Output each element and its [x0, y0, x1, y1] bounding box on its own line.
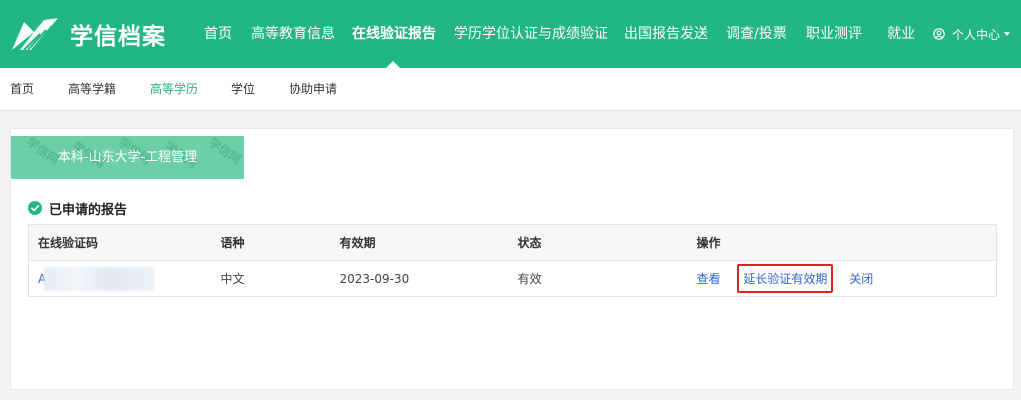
user-icon [933, 28, 945, 40]
nav-overseas-report[interactable]: 出国报告发送 [624, 0, 708, 68]
content-card: 学信网 学信网 学信网 学信网 学信网 本科-山东大学-工程管理 已申请的报告 … [10, 128, 1014, 390]
active-nav-indicator [386, 61, 400, 68]
nav-survey-vote[interactable]: 调查/投票 [726, 0, 787, 68]
logo-text: 学信档案 [70, 24, 166, 50]
header-verification-code: 在线验证码 [28, 224, 212, 261]
header-status: 状态 [508, 224, 688, 261]
nav-higher-education-info[interactable]: 高等教育信息 [251, 0, 335, 68]
nav-career-assessment[interactable]: 职业测评 [806, 0, 862, 68]
view-link[interactable]: 查看 [697, 272, 721, 286]
subnav-degree[interactable]: 学位 [231, 68, 255, 110]
degree-tab[interactable]: 学信网 学信网 学信网 学信网 学信网 本科-山东大学-工程管理 [11, 136, 244, 179]
subnav-student-status[interactable]: 高等学籍 [68, 68, 116, 110]
subnav-assist-application[interactable]: 协助申请 [289, 68, 337, 110]
nav-degree-certification[interactable]: 学历学位认证与成绩验证 [454, 0, 608, 68]
subnav-home[interactable]: 首页 [10, 68, 34, 110]
close-link[interactable]: 关闭 [849, 272, 873, 286]
nav-employment[interactable]: 就业 [887, 0, 915, 68]
extend-highlight-box: 延长验证有效期 [737, 264, 834, 293]
nav-online-verification-report[interactable]: 在线验证报告 [352, 0, 436, 68]
logo[interactable]: 学信档案 [10, 14, 166, 54]
table-header-row: 在线验证码 语种 有效期 状态 操作 [28, 224, 997, 261]
table-row: A 中文 2023-09-30 有效 查看 延长验证有效期 关闭 [28, 260, 997, 297]
degree-tab-label: 本科-山东大学-工程管理 [57, 150, 198, 165]
user-center-label: 个人中心 [952, 27, 1001, 42]
header-language: 语种 [211, 224, 331, 261]
verification-code-cell: A [28, 260, 212, 297]
chevron-down-icon [1004, 32, 1011, 36]
nav-home[interactable]: 首页 [204, 0, 232, 68]
extend-validity-link[interactable]: 延长验证有效期 [743, 272, 827, 286]
header-valid-until: 有效期 [330, 224, 509, 261]
reports-table: 在线验证码 语种 有效期 状态 操作 A 中文 2023-09-30 有效 查看 [28, 224, 997, 297]
sub-navbar: 首页 高等学籍 高等学历 学位 协助申请 [0, 68, 1021, 111]
status-cell: 有效 [508, 260, 688, 297]
redaction-blur [44, 267, 154, 291]
section-heading: 已申请的报告 [28, 199, 128, 218]
top-navbar: 学信档案 首页 高等教育信息 在线验证报告 学历学位认证与成绩验证 出国报告发送… [0, 0, 1021, 68]
header-actions: 操作 [687, 224, 997, 261]
check-circle-icon [28, 201, 42, 215]
actions-cell: 查看 延长验证有效期 关闭 [687, 260, 997, 297]
subnav-academic-record[interactable]: 高等学历 [150, 68, 198, 110]
language-cell: 中文 [211, 260, 331, 297]
valid-until-cell: 2023-09-30 [330, 260, 509, 297]
section-title: 已申请的报告 [49, 202, 128, 218]
user-center-menu[interactable]: 个人中心 [933, 0, 1011, 68]
book-logo-icon [12, 18, 58, 51]
